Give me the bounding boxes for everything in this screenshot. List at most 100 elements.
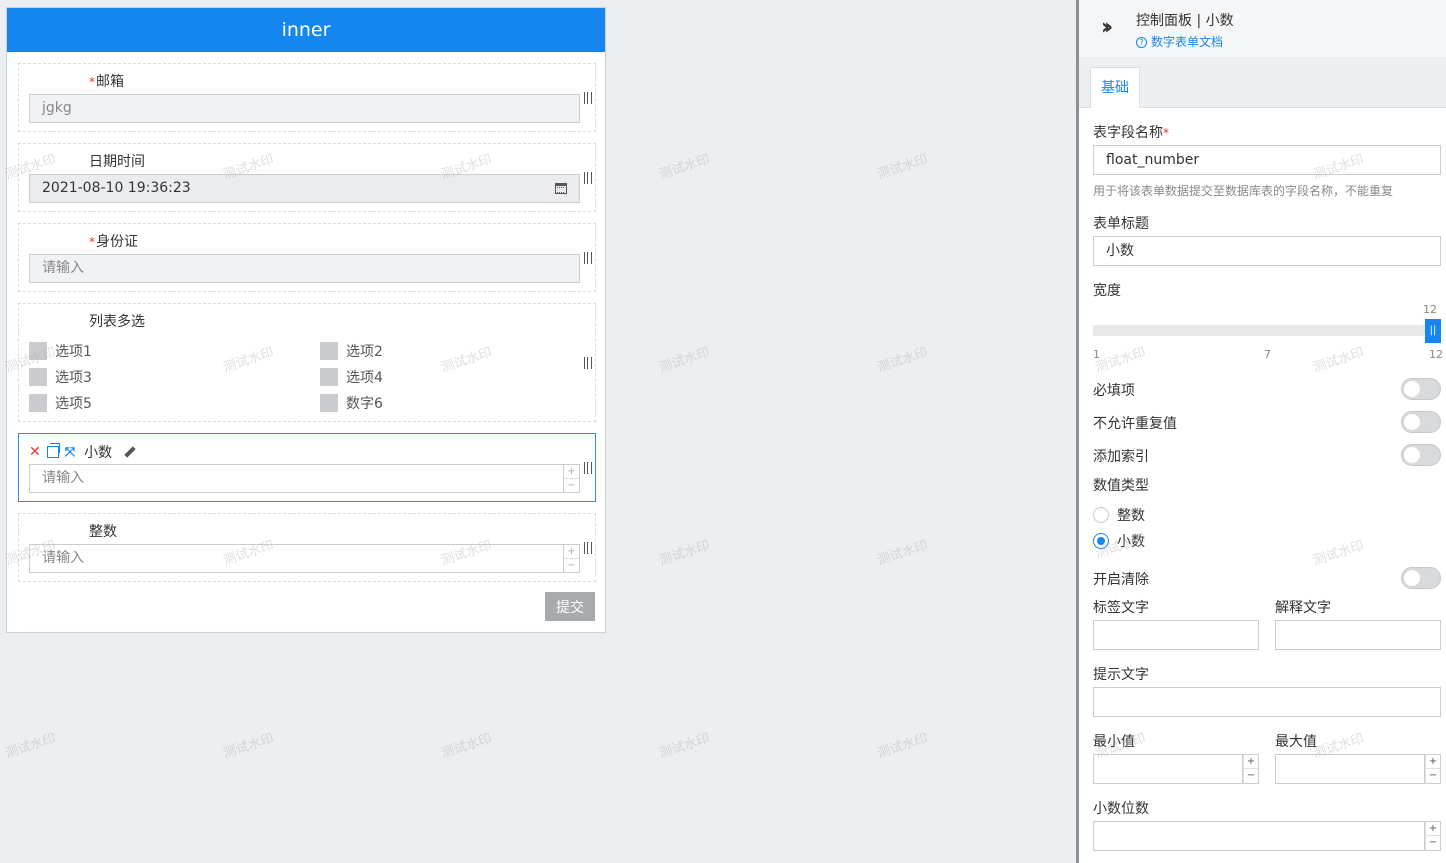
- unique-toggle[interactable]: [1401, 411, 1441, 433]
- index-toggle[interactable]: [1401, 444, 1441, 466]
- expand-icon[interactable]: ⤧: [65, 445, 75, 460]
- number-type-label: 数值类型: [1093, 478, 1149, 494]
- drag-handle-icon[interactable]: [584, 462, 592, 474]
- checkbox-option-6[interactable]: 数字6: [320, 393, 383, 413]
- slider-tick-min: 1: [1093, 348, 1100, 361]
- field-name-label: 表字段名称*: [1093, 122, 1169, 142]
- stepper-minus-button[interactable]: −: [564, 559, 579, 573]
- option-label: 数字6: [346, 396, 383, 412]
- edit-pencil-icon[interactable]: [124, 446, 136, 458]
- checkbox[interactable]: [29, 368, 47, 386]
- clearable-toggle[interactable]: [1401, 567, 1441, 589]
- index-label: 添加索引: [1093, 449, 1149, 465]
- decimal-field-block[interactable]: ✕ ⤧ 小数 请输入 + −: [18, 433, 596, 502]
- drag-handle-icon[interactable]: [584, 252, 592, 264]
- drag-handle-icon[interactable]: [584, 357, 592, 369]
- precision-input[interactable]: [1093, 821, 1425, 851]
- submit-button[interactable]: 提交: [545, 592, 595, 621]
- form-title-label: 表单标题: [1093, 216, 1149, 232]
- width-slider-track[interactable]: [1093, 325, 1433, 336]
- email-field-block[interactable]: *邮箱 jgkg: [18, 63, 596, 132]
- max-input[interactable]: [1275, 754, 1425, 784]
- integer-field-block[interactable]: 整数 请输入 + −: [18, 513, 596, 582]
- stepper-plus-button[interactable]: +: [1426, 822, 1440, 836]
- precision-stepper[interactable]: + −: [1425, 821, 1441, 851]
- multiselect-field-block[interactable]: 列表多选 选项1 选项2 选项3 选项4 选项5 数字6: [18, 303, 596, 422]
- tab-basic[interactable]: 基础: [1090, 67, 1140, 108]
- stepper-minus-button[interactable]: −: [564, 479, 579, 493]
- min-label: 最小值: [1093, 734, 1135, 750]
- watermark: 测试水印: [657, 345, 712, 376]
- checkbox-option-2[interactable]: 选项2: [320, 341, 383, 361]
- min-stepper[interactable]: + −: [1243, 754, 1259, 784]
- watermark: 测试水印: [3, 731, 58, 762]
- checkbox[interactable]: [29, 394, 47, 412]
- email-input[interactable]: jgkg: [29, 94, 580, 123]
- calendar-icon[interactable]: [555, 183, 567, 194]
- watermark: 测试水印: [875, 345, 930, 376]
- stepper-plus-button[interactable]: +: [564, 545, 579, 559]
- checkbox[interactable]: [320, 368, 338, 386]
- delete-icon[interactable]: ✕: [29, 444, 41, 460]
- max-stepper[interactable]: + −: [1425, 754, 1441, 784]
- form-preview: inner *邮箱 jgkg 日期时间 2021-08-10 19:36:23 …: [6, 7, 606, 633]
- decimal-input[interactable]: 请输入: [29, 464, 564, 493]
- option-label: 选项4: [346, 370, 383, 386]
- explain-text-input[interactable]: [1275, 620, 1441, 650]
- doc-link-text: 数字表单文档: [1151, 35, 1224, 49]
- collapse-chevrons-icon[interactable]: ››: [1101, 15, 1113, 40]
- stepper-plus-button[interactable]: +: [1426, 755, 1440, 769]
- field-toolbar: ✕ ⤧ 小数: [29, 442, 136, 462]
- checkbox-option-1[interactable]: 选项1: [29, 341, 92, 361]
- radio-button-selected[interactable]: [1093, 533, 1109, 549]
- stepper-minus-button[interactable]: −: [1426, 836, 1440, 850]
- min-input[interactable]: [1093, 754, 1243, 784]
- form-title-input[interactable]: 小数: [1093, 236, 1441, 266]
- field-name-label-text: 表字段名称: [1093, 125, 1163, 141]
- option-label: 选项5: [55, 396, 92, 412]
- required-toggle[interactable]: [1401, 378, 1441, 400]
- tag-text-input[interactable]: [1093, 620, 1259, 650]
- decimal-stepper[interactable]: + −: [564, 464, 580, 493]
- checkbox[interactable]: [320, 342, 338, 360]
- checkbox[interactable]: [29, 342, 47, 360]
- stepper-plus-button[interactable]: +: [1244, 755, 1258, 769]
- datetime-input[interactable]: 2021-08-10 19:36:23: [29, 174, 580, 203]
- checkbox-option-3[interactable]: 选项3: [29, 367, 92, 387]
- idcard-field-block[interactable]: *身份证 请输入: [18, 223, 596, 292]
- stepper-minus-button[interactable]: −: [1244, 769, 1258, 783]
- integer-label: 整数: [89, 524, 117, 540]
- radio-label: 小数: [1117, 534, 1145, 550]
- clearable-label: 开启清除: [1093, 572, 1149, 588]
- field-name-input[interactable]: float_number: [1093, 145, 1441, 175]
- precision-label: 小数位数: [1093, 801, 1149, 817]
- drag-handle-icon[interactable]: [584, 172, 592, 184]
- datetime-field-block[interactable]: 日期时间 2021-08-10 19:36:23: [18, 143, 596, 212]
- checkbox-option-4[interactable]: 选项4: [320, 367, 383, 387]
- checkbox-option-5[interactable]: 选项5: [29, 393, 92, 413]
- radio-decimal[interactable]: 小数: [1093, 531, 1145, 551]
- copy-icon[interactable]: [46, 443, 60, 458]
- watermark: 测试水印: [221, 731, 276, 762]
- idcard-label: *身份证: [89, 231, 138, 251]
- width-slider-handle[interactable]: ||: [1425, 319, 1441, 343]
- datetime-value: 2021-08-10 19:36:23: [42, 180, 191, 196]
- doc-link[interactable]: ? 数字表单文档: [1136, 33, 1223, 50]
- stepper-plus-button[interactable]: +: [564, 465, 579, 479]
- idcard-input[interactable]: 请输入: [29, 254, 580, 283]
- panel-title: 控制面板 | 小数: [1136, 13, 1234, 29]
- radio-integer[interactable]: 整数: [1093, 505, 1145, 525]
- watermark: 测试水印: [875, 538, 930, 569]
- drag-handle-icon[interactable]: [584, 542, 592, 554]
- radio-button[interactable]: [1093, 507, 1109, 523]
- idcard-label-text: 身份证: [96, 234, 138, 250]
- tip-text-input[interactable]: [1093, 687, 1441, 717]
- watermark: 测试水印: [875, 152, 930, 183]
- required-mark: *: [89, 75, 95, 89]
- drag-handle-icon[interactable]: [584, 92, 592, 104]
- stepper-minus-button[interactable]: −: [1426, 769, 1440, 783]
- integer-stepper[interactable]: + −: [564, 544, 580, 573]
- tag-text-label: 标签文字: [1093, 600, 1149, 616]
- checkbox[interactable]: [320, 394, 338, 412]
- integer-input[interactable]: 请输入: [29, 544, 564, 573]
